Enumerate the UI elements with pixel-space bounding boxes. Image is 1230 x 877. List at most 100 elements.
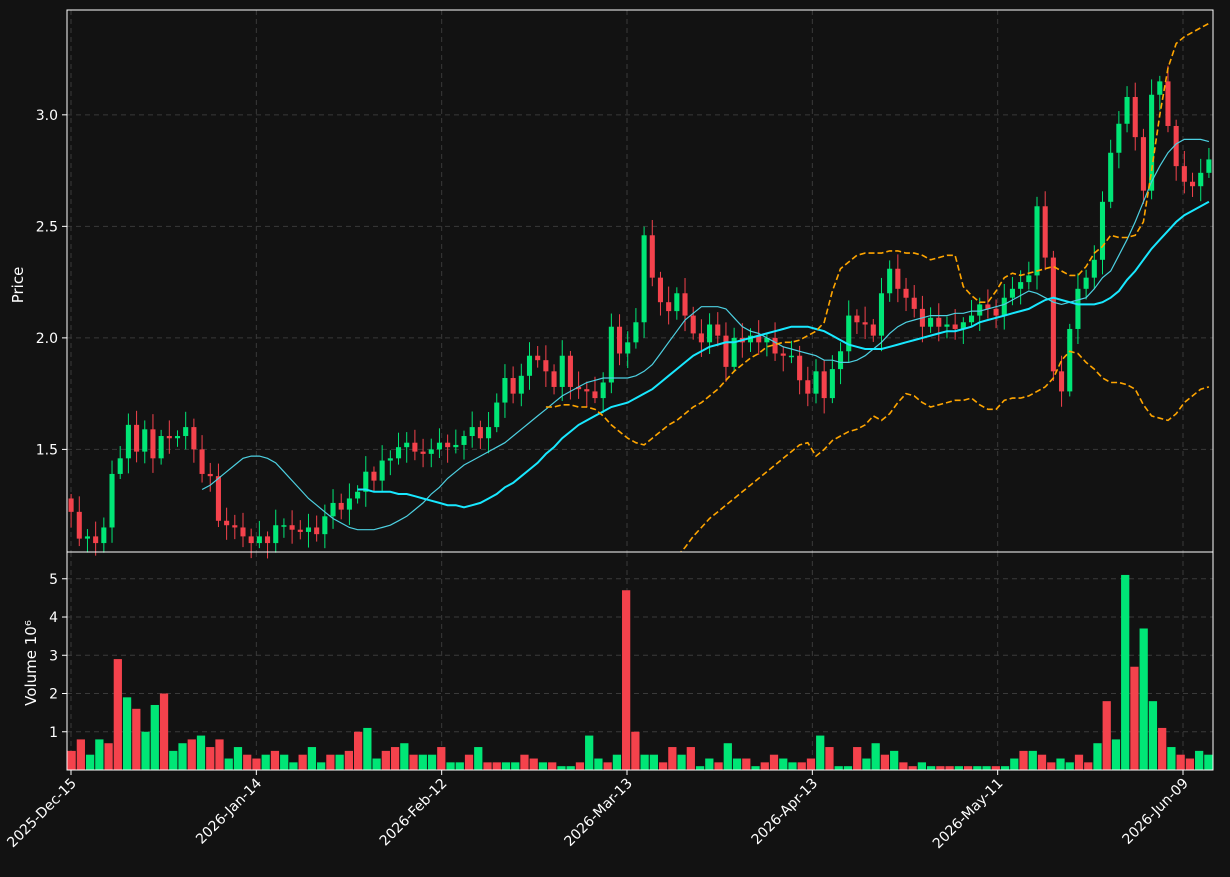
volume-bar <box>890 750 899 770</box>
candle-body <box>101 527 107 544</box>
volume-bar <box>76 739 85 770</box>
candle-body <box>911 297 917 309</box>
candle-body <box>305 527 312 532</box>
x-tick-label: 2026-Apr-13 <box>749 776 822 849</box>
volume-bar <box>880 754 890 770</box>
candle-body <box>174 436 181 439</box>
candle-body <box>862 322 868 325</box>
candle-body <box>494 402 500 428</box>
volume-tick-label: 5 <box>49 572 58 588</box>
volume-bar <box>686 747 695 770</box>
x-tick-label: 2026-Feb-12 <box>377 776 451 850</box>
volume-panel-frame <box>66 551 1214 771</box>
price-axis-label: Price <box>9 267 27 304</box>
candle-body <box>68 498 74 512</box>
candle-body <box>608 326 614 383</box>
volume-bar <box>954 766 963 770</box>
indicator-lines <box>201 22 1210 552</box>
candle-body <box>395 447 402 459</box>
volume-bar <box>899 762 908 770</box>
volume-bar <box>1010 758 1019 770</box>
volume-bar <box>1102 701 1111 770</box>
candle-body <box>707 324 713 343</box>
volume-bar <box>816 735 825 770</box>
candle-body <box>502 378 508 403</box>
candle-body <box>371 471 377 481</box>
candle-body <box>1140 137 1146 191</box>
volume-bar <box>390 747 400 770</box>
price-tick-label: 2.0 <box>36 331 58 347</box>
volume-bar <box>233 747 243 770</box>
volume-bar <box>1139 628 1148 770</box>
volume-bar <box>1167 747 1176 770</box>
candle-body <box>207 473 213 477</box>
candle-body <box>788 355 794 358</box>
candle-body <box>420 451 426 454</box>
candle-body <box>330 502 336 517</box>
volume-bar <box>261 754 270 770</box>
candle-body <box>551 371 557 387</box>
candle-body <box>199 449 205 474</box>
volume-bar <box>548 762 557 770</box>
candle-body <box>1149 94 1155 191</box>
volume-bar <box>529 758 538 770</box>
candle-body <box>657 277 664 303</box>
candle-body <box>166 436 172 439</box>
volume-bar <box>834 766 843 770</box>
candle-body <box>993 308 999 316</box>
candle-body <box>453 444 459 448</box>
ma-fast-line <box>201 138 1210 531</box>
volume-bar <box>649 754 658 770</box>
volume-bar <box>280 754 289 770</box>
volume-bar <box>1084 762 1093 770</box>
volume-tick-label: 3 <box>49 648 58 664</box>
volume-bar <box>446 762 455 770</box>
volume-bar <box>298 754 307 770</box>
volume-bar <box>150 704 159 770</box>
candle-body <box>1198 172 1204 187</box>
x-tick-label: 2026-Jun-09 <box>1120 776 1192 848</box>
volume-bar <box>511 762 520 770</box>
volume-tick-label: 2 <box>49 687 58 703</box>
volume-bar <box>381 750 390 770</box>
volume-bar <box>732 758 742 770</box>
financial-chart: 1.5 2.0 2.5 3.0 1 2 3 4 5 2025-Dec-15 2026-Jan-14 2… <box>0 0 1230 873</box>
volume-bar <box>788 762 797 770</box>
bollinger-upper-line <box>545 22 1210 446</box>
candle-body <box>903 288 909 298</box>
volume-bars <box>67 574 1213 770</box>
candle-body <box>1075 288 1081 329</box>
volume-bar <box>363 727 372 770</box>
volume-bar <box>474 747 483 770</box>
candle-body <box>224 520 230 526</box>
candle-body <box>150 429 156 459</box>
volume-bar <box>501 762 511 770</box>
candle-body <box>878 293 885 336</box>
volume-tick-label: 4 <box>49 610 58 626</box>
candle-body <box>338 502 344 510</box>
volume-bar <box>1148 701 1158 770</box>
price-panel-frame <box>66 9 1214 553</box>
candle-body <box>265 536 271 544</box>
candle-body <box>944 324 950 327</box>
volume-bar <box>742 758 751 770</box>
volume-bar <box>871 743 880 770</box>
volume-bar <box>566 766 575 770</box>
candle-body <box>355 491 361 499</box>
volume-bar <box>1130 666 1139 770</box>
volume-bar <box>695 766 705 770</box>
candle-body <box>641 235 647 323</box>
candle-body <box>232 525 238 528</box>
volume-bar <box>344 750 353 770</box>
volume-bar <box>853 747 862 770</box>
volume-bar <box>224 758 233 770</box>
candle-body <box>854 315 860 323</box>
volume-bar <box>1028 750 1037 770</box>
volume-bar <box>159 693 169 770</box>
volume-bar <box>113 659 122 770</box>
candle-body <box>977 304 983 316</box>
candle-body <box>134 424 140 452</box>
candle-body <box>76 511 82 539</box>
candlesticks <box>68 65 1212 559</box>
candle-body <box>616 326 623 354</box>
